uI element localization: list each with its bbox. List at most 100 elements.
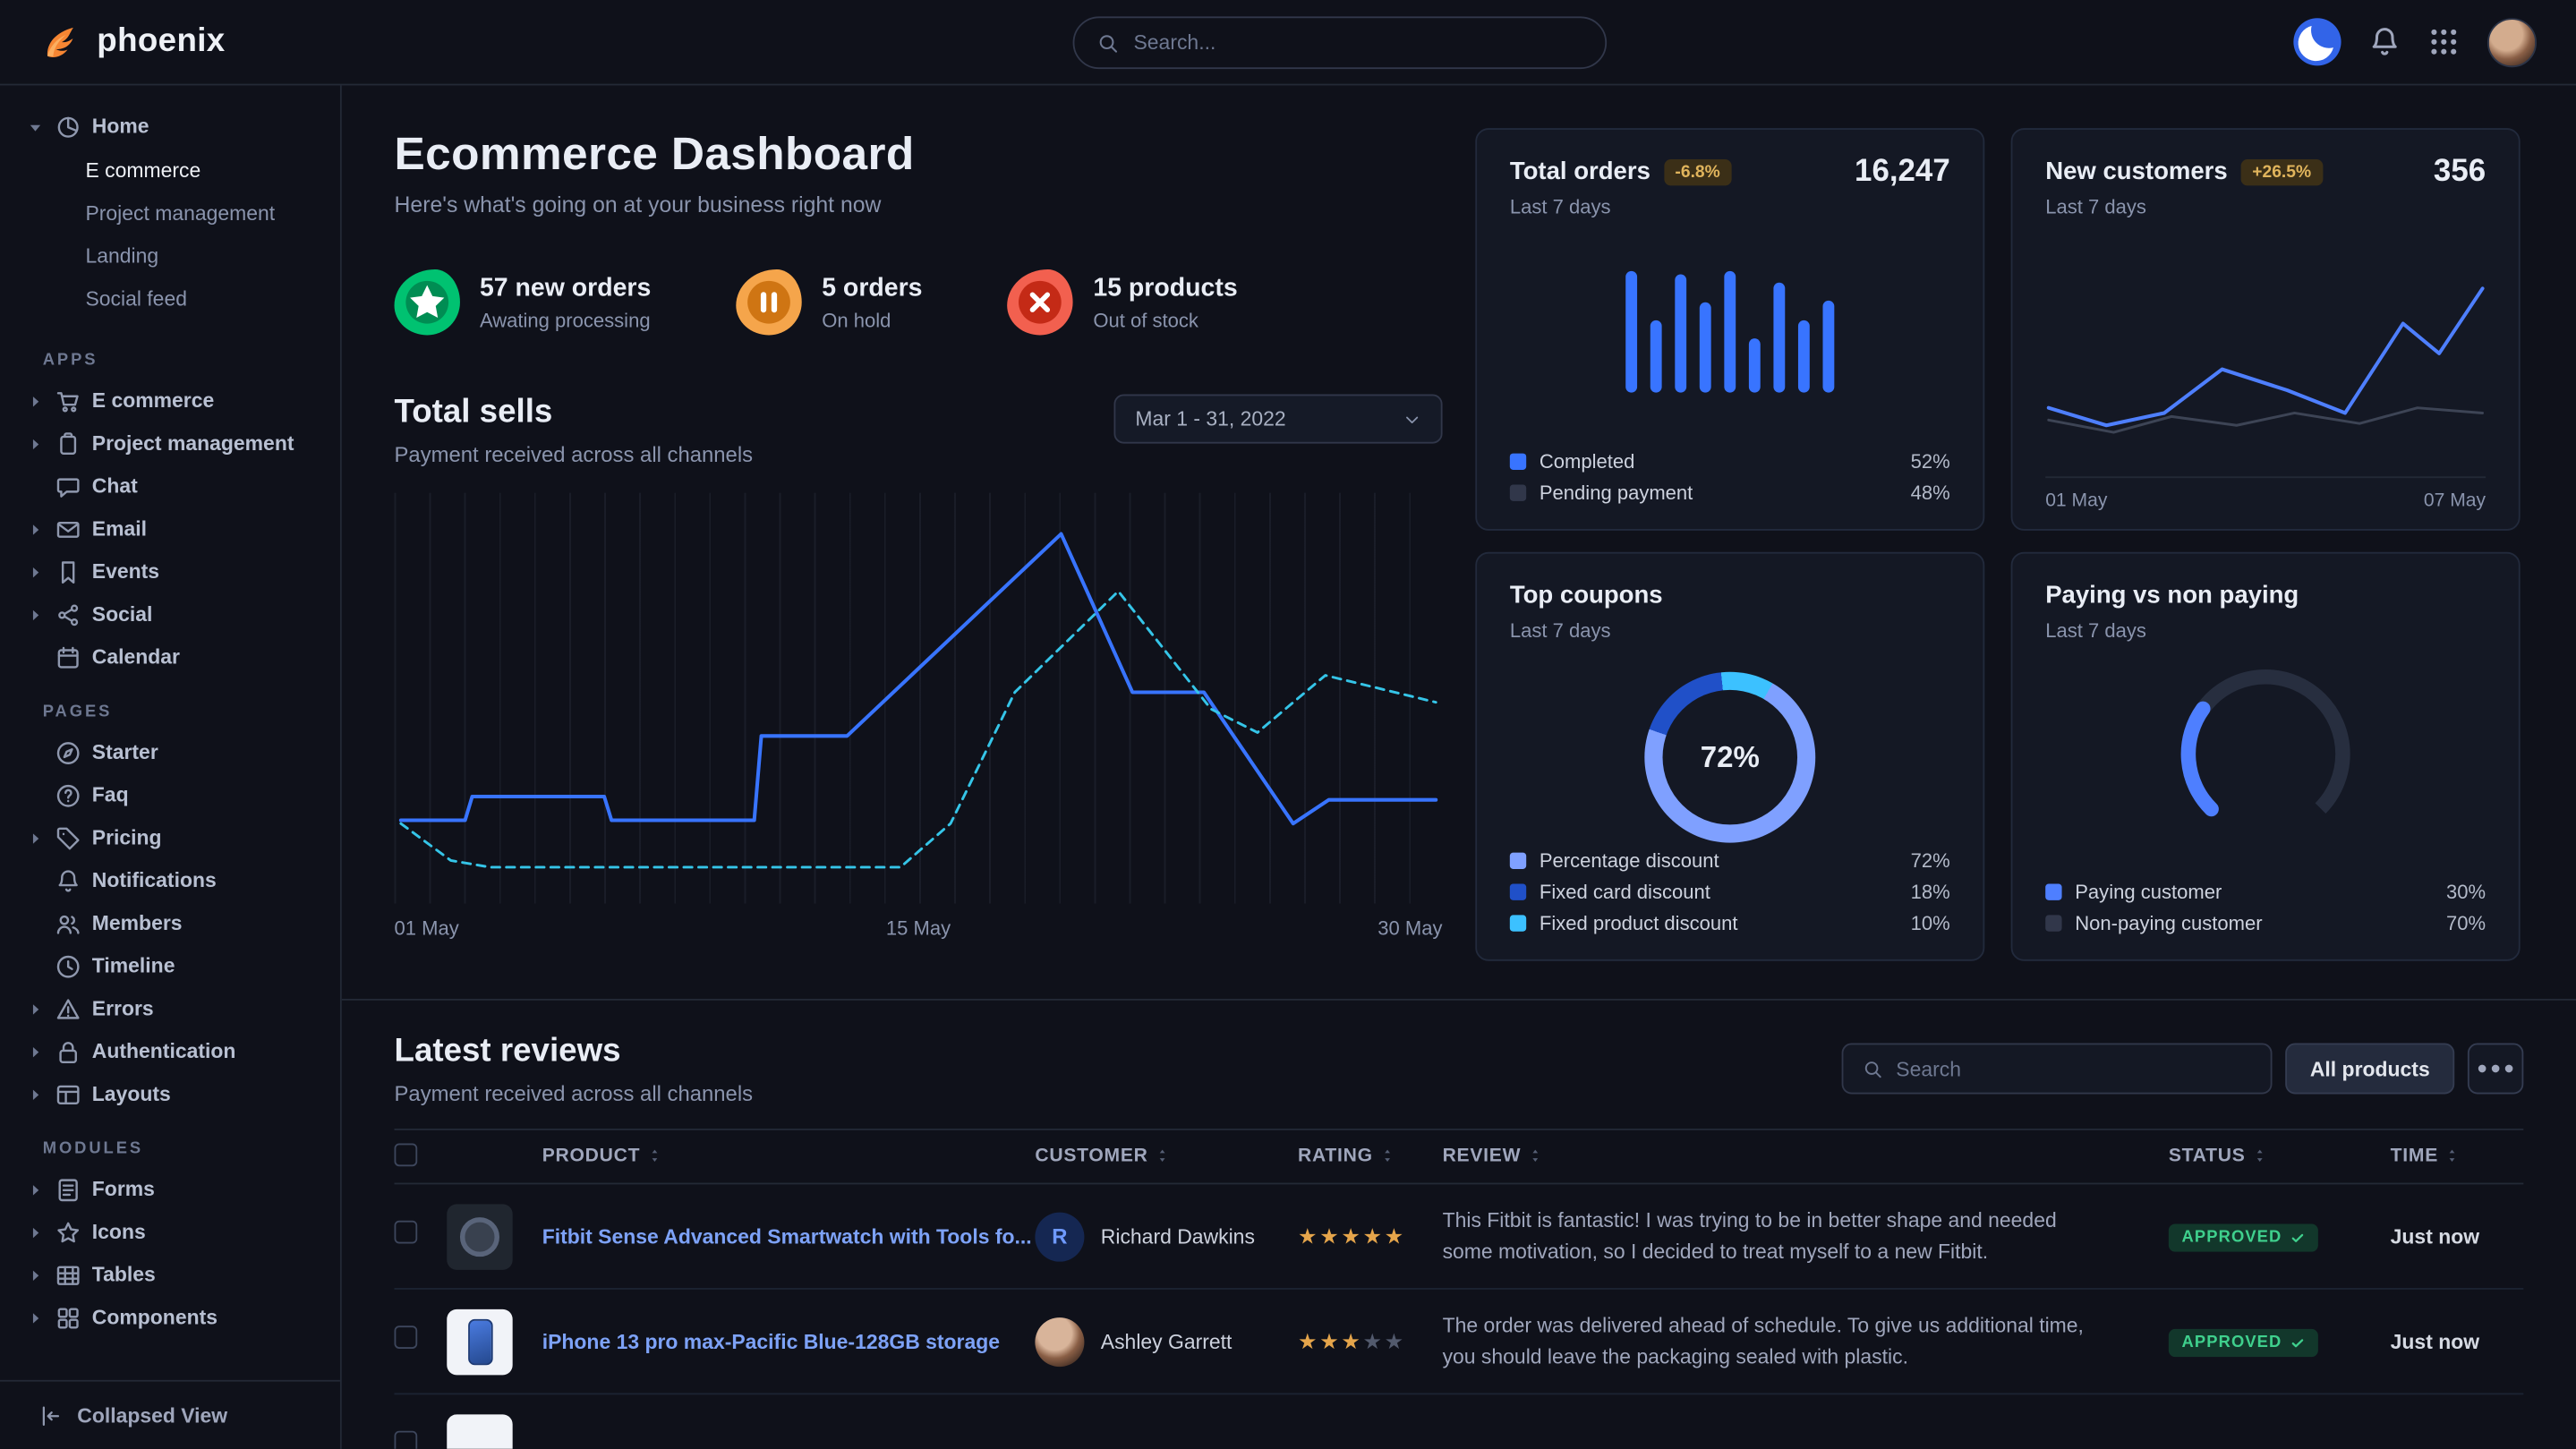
ellipsis-icon	[2469, 1044, 2522, 1092]
status-cell: APPROVED	[2169, 1221, 2391, 1252]
sidebar-item-events[interactable]: Events	[20, 550, 324, 593]
stat-value: 57 new orders	[480, 274, 651, 303]
more-options-button[interactable]	[2468, 1044, 2523, 1095]
sidebar-item-email[interactable]: Email	[20, 507, 324, 550]
legend-swatch	[1510, 453, 1526, 469]
all-products-button[interactable]: All products	[2285, 1044, 2454, 1095]
sidebar-subitem-project-management[interactable]: Project management	[20, 192, 324, 235]
order-bar	[1700, 303, 1711, 393]
caret-right-icon	[26, 1000, 44, 1018]
sidebar-item-chat[interactable]: Chat	[20, 465, 324, 507]
select-all-checkbox[interactable]	[395, 1143, 418, 1166]
caret-spacer	[26, 957, 44, 975]
stat-blob	[395, 269, 460, 335]
column-status[interactable]: STATUS	[2169, 1146, 2391, 1166]
column-customer[interactable]: CUSTOMER	[1035, 1146, 1298, 1166]
chat-icon	[55, 474, 81, 499]
reviews-controls: All products	[1842, 1044, 2524, 1095]
sidebar-item-label: E commerce	[92, 389, 214, 413]
star-icon	[55, 1220, 81, 1245]
total-sells-header: Total sells Payment received across all …	[395, 395, 1443, 467]
sidebar-item-layouts[interactable]: Layouts	[20, 1073, 324, 1116]
sidebar-subitem-e-commerce[interactable]: E commerce	[20, 149, 324, 192]
sidebar-item-tables[interactable]: Tables	[20, 1253, 324, 1296]
tag-icon	[55, 825, 81, 850]
column-time[interactable]: TIME	[2391, 1146, 2524, 1166]
sidebar-item-timeline[interactable]: Timeline	[20, 944, 324, 987]
date-range-select[interactable]: Mar 1 - 31, 2022	[1113, 395, 1442, 444]
sidebar-item-authentication[interactable]: Authentication	[20, 1030, 324, 1073]
stat-item: 57 new ordersAwating processing	[395, 269, 652, 335]
legend-value: 10%	[1911, 911, 1950, 934]
order-bar	[1724, 271, 1736, 393]
sidebar-item-pricing[interactable]: Pricing	[20, 816, 324, 859]
sidebar-item-notifications[interactable]: Notifications	[20, 859, 324, 902]
notifications-button[interactable]	[2369, 26, 2401, 57]
collapse-label: Collapsed View	[77, 1403, 227, 1427]
cart-icon	[55, 388, 81, 413]
user-avatar[interactable]	[2487, 17, 2537, 66]
sidebar-item-faq[interactable]: Faq	[20, 774, 324, 817]
global-search-input[interactable]	[1133, 31, 1582, 55]
product-link[interactable]: iPhone 13 pro max-Pacific Blue-128GB sto…	[542, 1330, 1000, 1353]
reviews-search-input[interactable]	[1896, 1057, 2250, 1080]
row-checkbox[interactable]	[395, 1431, 418, 1449]
order-bar	[1625, 271, 1637, 393]
legend-value: 70%	[2446, 911, 2486, 934]
review-text: The order was delivered ahead of schedul…	[1443, 1311, 2169, 1371]
sidebar-item-e-commerce[interactable]: E commerce	[20, 379, 324, 422]
legend-value: 30%	[2446, 880, 2486, 903]
sidebar-item-label: Email	[92, 517, 147, 541]
sidebar-item-members[interactable]: Members	[20, 902, 324, 945]
top-navbar: phoenix	[0, 0, 2576, 85]
row-checkbox[interactable]	[395, 1221, 418, 1244]
caret-spacer	[26, 648, 44, 666]
paying-legend: Paying customer30%Non-paying customer70%	[2045, 875, 2486, 938]
sidebar-item-starter[interactable]: Starter	[20, 731, 324, 774]
sidebar-subitem-landing[interactable]: Landing	[20, 234, 324, 277]
sidebar-item-calendar[interactable]: Calendar	[20, 635, 324, 678]
total-orders-value: 16,247	[1855, 155, 1950, 191]
search-icon	[1097, 32, 1119, 54]
sidebar-item-project-management[interactable]: Project management	[20, 422, 324, 465]
theme-toggle-button[interactable]	[2293, 18, 2341, 65]
row-checkbox[interactable]	[395, 1325, 418, 1349]
checkbox-cell	[395, 1221, 448, 1252]
sidebar-item-errors[interactable]: Errors	[20, 987, 324, 1030]
x-label-mid: 15 May	[886, 916, 951, 940]
legend-swatch	[2045, 883, 2061, 899]
column-rating[interactable]: RATING	[1298, 1146, 1443, 1166]
sidebar-item-home[interactable]: Home	[20, 105, 324, 148]
latest-reviews-subtitle: Payment received across all channels	[395, 1081, 754, 1106]
top-coupons-center-label: 72%	[1701, 740, 1760, 775]
rating-stars-filled: ★★★	[1298, 1328, 1362, 1353]
order-bar	[1675, 275, 1686, 393]
collapse-icon	[39, 1403, 63, 1427]
column-review[interactable]: REVIEW	[1443, 1146, 2169, 1166]
legend-label: Non-paying customer	[2075, 911, 2262, 934]
apps-grid-button[interactable]	[2428, 26, 2460, 57]
collapse-sidebar-button[interactable]: Collapsed View	[0, 1380, 340, 1449]
paying-title: Paying vs non paying	[2045, 582, 2299, 609]
sidebar-subitem-social-feed[interactable]: Social feed	[20, 277, 324, 320]
sidebar-item-label: Timeline	[92, 954, 175, 977]
legend-swatch	[1510, 484, 1526, 500]
column-product[interactable]: PRODUCT	[447, 1146, 1035, 1166]
sidebar-item-social[interactable]: Social	[20, 593, 324, 636]
legend-label: Pending payment	[1540, 481, 1693, 504]
total-sells-subtitle: Payment received across all channels	[395, 442, 754, 467]
sidebar-item-label: Notifications	[92, 869, 217, 892]
status-badge: APPROVED	[2169, 1223, 2318, 1251]
new-customers-period: Last 7 days	[2045, 195, 2486, 218]
product-link[interactable]: Fitbit Sense Advanced Smartwatch with To…	[542, 1224, 1032, 1248]
sidebar-item-icons[interactable]: Icons	[20, 1211, 324, 1254]
users-icon	[55, 911, 81, 936]
star-fill-icon	[405, 281, 448, 324]
brand[interactable]: phoenix	[39, 21, 226, 64]
sidebar-item-components[interactable]: Components	[20, 1296, 324, 1339]
sidebar-item-forms[interactable]: Forms	[20, 1168, 324, 1211]
table-row: Fitbit Sense Advanced Smartwatch with To…	[395, 1184, 2524, 1289]
search-icon	[1864, 1059, 1883, 1078]
top-coupons-title: Top coupons	[1510, 582, 1663, 609]
total-sells-title: Total sells	[395, 395, 754, 432]
